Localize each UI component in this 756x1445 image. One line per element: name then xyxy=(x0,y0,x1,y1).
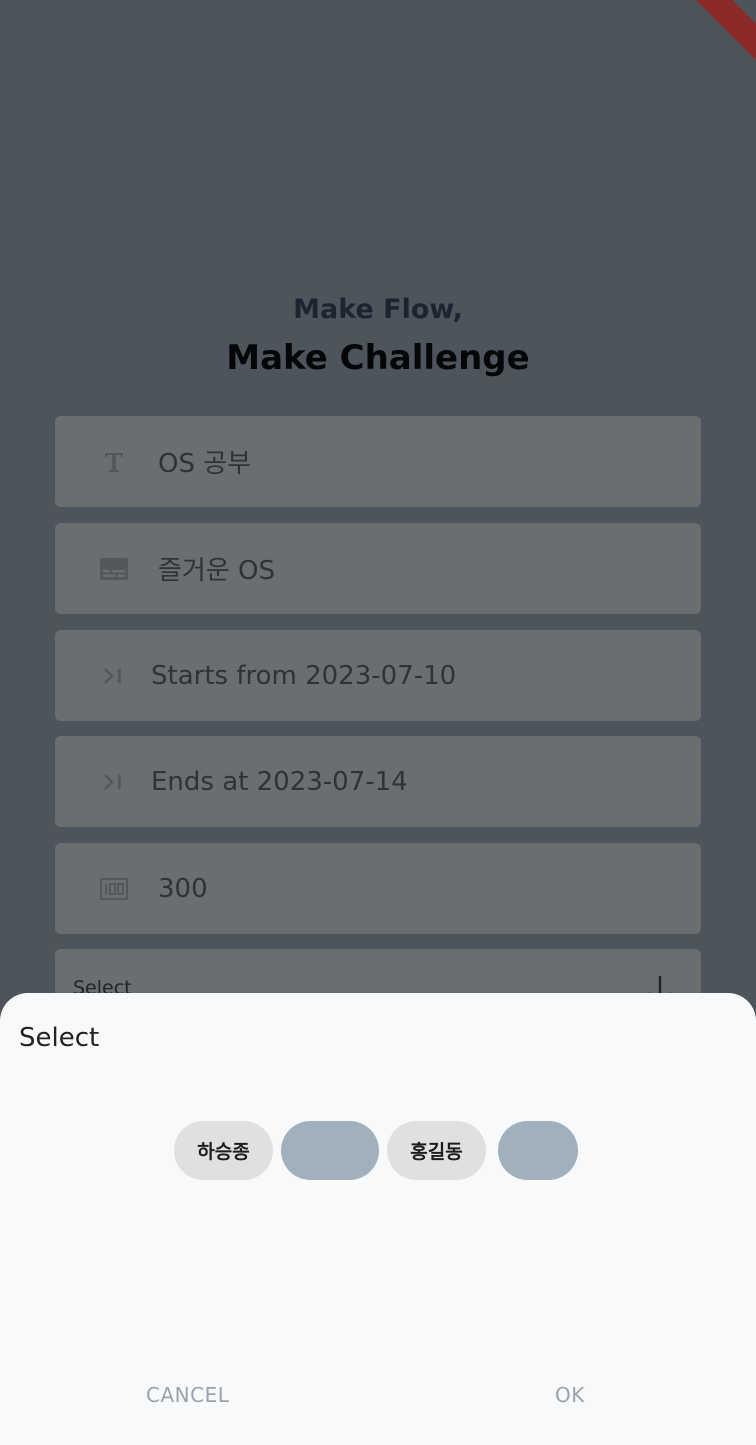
ok-button[interactable]: OK xyxy=(555,1383,585,1407)
count-field[interactable]: 300 xyxy=(55,843,701,934)
description-value: 즐거운 OS xyxy=(158,556,275,586)
end-date-field[interactable]: Ends at 2023-07-14 xyxy=(55,736,701,827)
last-page-icon xyxy=(99,661,129,691)
heading-make-flow: Make Flow, xyxy=(293,294,463,325)
end-date-value: Ends at 2023-07-14 xyxy=(151,766,408,797)
text-format-icon xyxy=(99,447,129,477)
sheet-title: Select xyxy=(19,1023,100,1053)
select-bottom-sheet: Select 하승종 홍길동 CANCEL OK xyxy=(0,993,756,1445)
chip-member-4[interactable] xyxy=(498,1121,578,1180)
start-date-field[interactable]: Starts from 2023-07-10 xyxy=(55,630,701,721)
heading-make-challenge: Make Challenge xyxy=(226,338,530,378)
count-value: 300 xyxy=(158,873,208,904)
title-field[interactable]: OS 공부 xyxy=(55,416,701,507)
cancel-button[interactable]: CANCEL xyxy=(146,1383,229,1407)
start-date-value: Starts from 2023-07-10 xyxy=(151,660,457,691)
chip-member-2[interactable] xyxy=(281,1121,379,1180)
counter-icon xyxy=(99,874,129,904)
last-page-icon xyxy=(99,767,129,797)
subtitles-icon xyxy=(99,554,129,584)
title-value: OS 공부 xyxy=(158,449,252,479)
chip-member-1[interactable]: 하승종 xyxy=(174,1121,273,1180)
chip-member-3[interactable]: 홍길동 xyxy=(387,1121,486,1180)
create-challenge-screen: Make Flow, Make Challenge OS 공부 즐거운 OS S… xyxy=(0,0,756,1445)
debug-banner xyxy=(679,0,756,77)
description-field[interactable]: 즐거운 OS xyxy=(55,523,701,614)
